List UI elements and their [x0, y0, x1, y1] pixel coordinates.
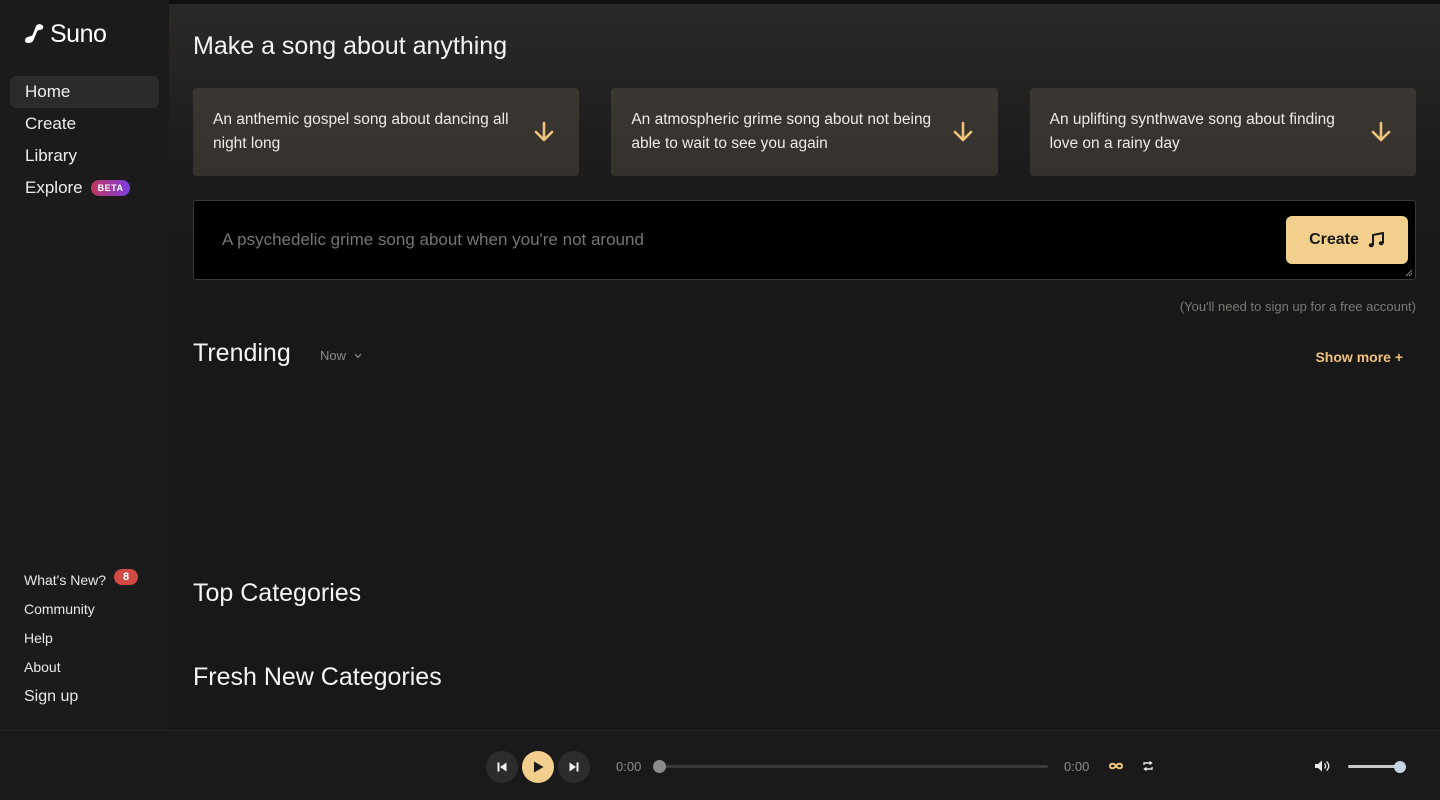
nav-item-explore[interactable]: Explore BETA — [10, 172, 159, 204]
nav-item-label: Library — [25, 146, 77, 165]
app: Suno Home Create Library Explore BETA Wh… — [0, 0, 1440, 800]
trending-period-value: Now — [320, 348, 347, 363]
nav-item-label: Explore — [25, 178, 83, 197]
repeat-icon[interactable] — [1142, 760, 1154, 772]
nav-item-label: Create — [25, 114, 77, 133]
sidebar-footer: What's New? 8 Community Help About Sign … — [24, 565, 164, 713]
fresh-categories-heading: Fresh New Categories — [193, 663, 442, 691]
show-more-link[interactable]: Show more + — [1315, 349, 1403, 365]
sign-up-link[interactable]: Sign up — [24, 681, 164, 713]
arrow-down-icon — [952, 121, 974, 143]
song-prompt-input[interactable] — [222, 230, 1222, 250]
page-title: Make a song about anything — [193, 32, 508, 60]
trending-heading: Trending — [193, 339, 291, 367]
example-prompt-text: An atmospheric grime song about not bein… — [631, 111, 932, 152]
arrow-down-icon — [1370, 121, 1392, 143]
logo[interactable]: Suno — [24, 19, 107, 48]
player-bar: 0:00 0:00 — [0, 730, 1440, 800]
suno-logo-icon — [24, 24, 44, 43]
next-button[interactable] — [558, 751, 590, 783]
whats-new-count-badge: 8 — [114, 568, 139, 585]
help-link[interactable]: Help — [24, 623, 164, 652]
song-prompt-box: Create — [193, 200, 1416, 280]
skip-forward-icon — [569, 762, 579, 772]
progress-handle[interactable] — [653, 760, 666, 773]
nav-item-label: Home — [25, 82, 71, 101]
main-nav: Home Create Library Explore BETA — [10, 76, 159, 204]
whats-new-label: What's New? — [24, 571, 107, 588]
duration: 0:00 — [1064, 759, 1090, 774]
brand-name: Suno — [50, 19, 107, 48]
create-button-label: Create — [1309, 231, 1359, 248]
create-button[interactable]: Create — [1286, 216, 1408, 264]
example-prompt-card[interactable]: An atmospheric grime song about not bein… — [611, 88, 998, 176]
volume-handle[interactable] — [1394, 761, 1406, 773]
resize-grip-icon[interactable] — [1405, 269, 1413, 277]
current-time: 0:00 — [616, 759, 642, 774]
example-prompt-text: An anthemic gospel song about dancing al… — [213, 111, 509, 152]
signup-note: (You'll need to sign up for a free accou… — [1179, 299, 1416, 314]
play-button[interactable] — [522, 751, 554, 783]
example-prompt-card[interactable]: An uplifting synthwave song about findin… — [1029, 88, 1416, 176]
progress-track[interactable] — [660, 765, 1048, 768]
volume-slider[interactable] — [1348, 765, 1400, 768]
sidebar: Suno Home Create Library Explore BETA Wh… — [0, 0, 169, 730]
play-icon — [534, 761, 544, 773]
about-link[interactable]: About — [24, 652, 164, 681]
main-content: Make a song about anything An anthemic g… — [169, 4, 1440, 730]
example-prompt-text: An uplifting synthwave song about findin… — [1049, 111, 1335, 152]
top-categories-heading: Top Categories — [193, 579, 362, 607]
example-prompt-card[interactable]: An anthemic gospel song about dancing al… — [193, 88, 580, 176]
trending-period-select[interactable]: Now — [320, 348, 362, 363]
beta-badge: BETA — [90, 180, 131, 196]
whats-new-link[interactable]: What's New? 8 — [24, 565, 164, 594]
arrow-down-icon — [533, 121, 555, 143]
infinity-icon[interactable] — [1108, 760, 1124, 772]
nav-item-home[interactable]: Home — [10, 76, 159, 108]
community-link[interactable]: Community — [24, 594, 164, 623]
chevron-down-icon — [354, 353, 362, 358]
nav-item-create[interactable]: Create — [10, 108, 159, 140]
nav-item-library[interactable]: Library — [10, 140, 159, 172]
example-prompts: An anthemic gospel song about dancing al… — [193, 88, 1416, 176]
music-note-icon — [1368, 232, 1384, 248]
skip-back-icon — [497, 762, 507, 772]
volume-icon[interactable] — [1314, 759, 1332, 773]
previous-button[interactable] — [486, 751, 518, 783]
